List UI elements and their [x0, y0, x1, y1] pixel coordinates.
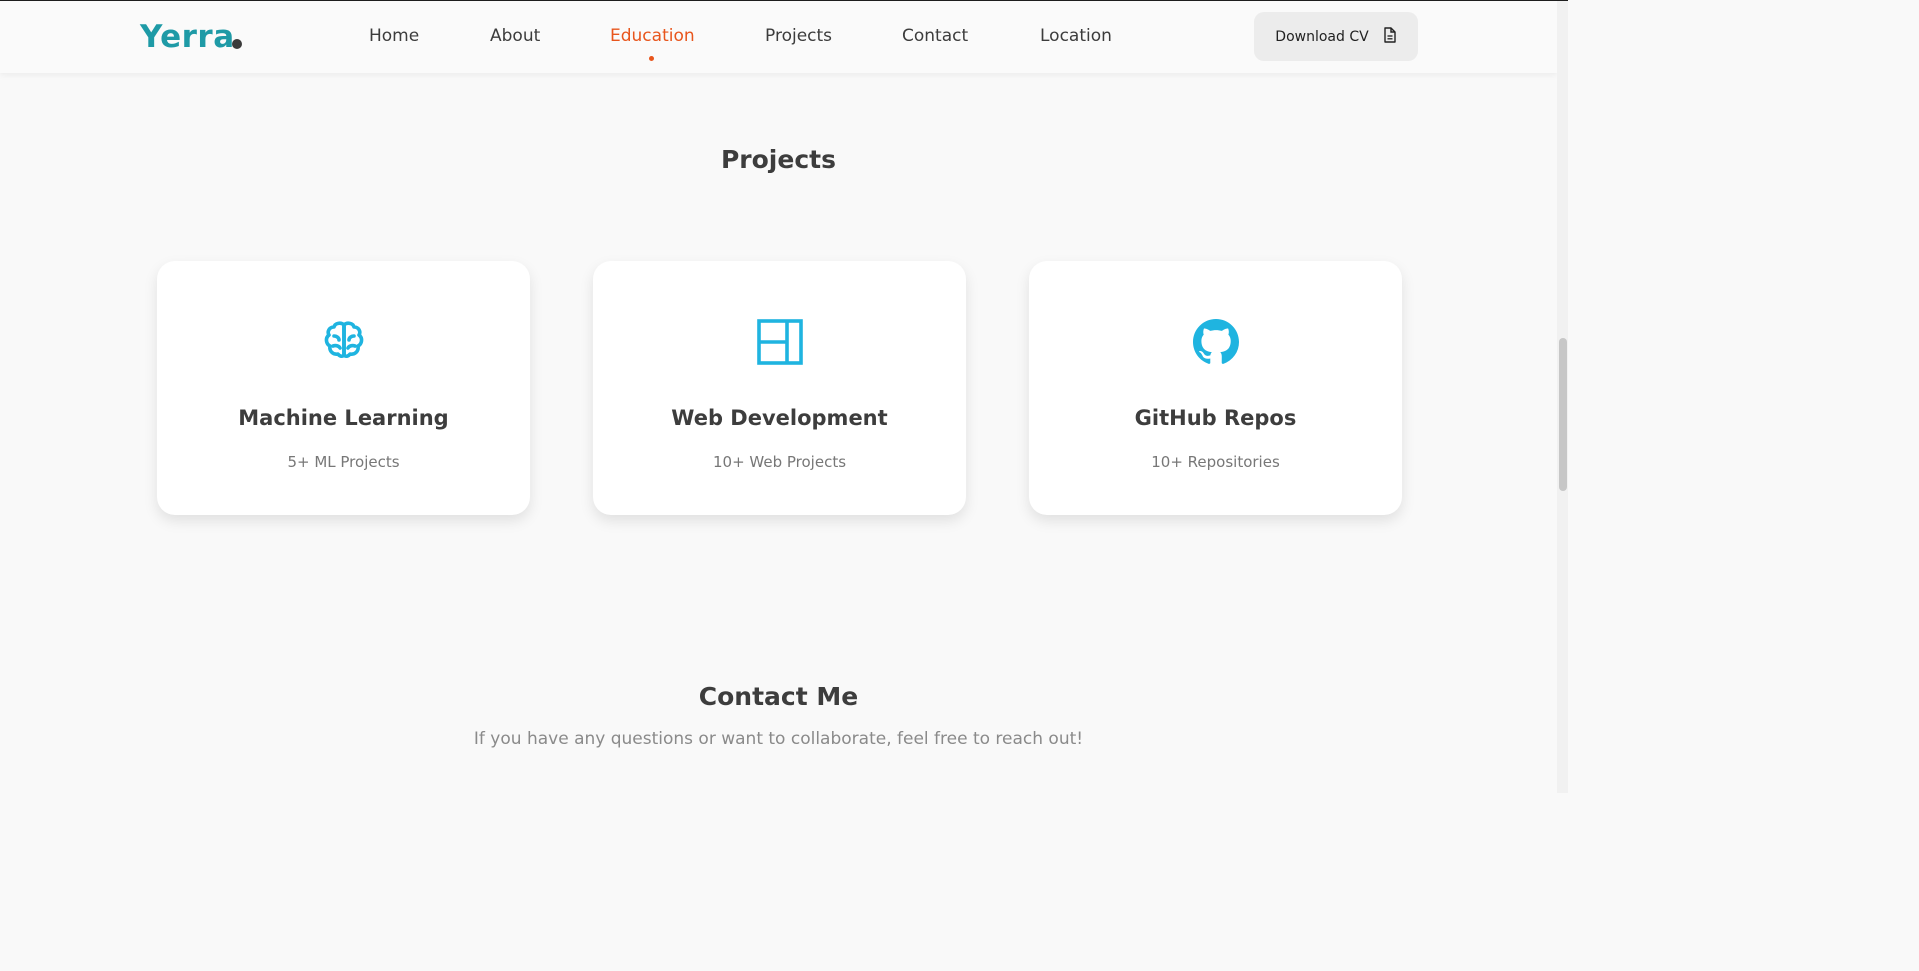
navbar: Yerra Home About Education Projects Cont… — [0, 1, 1557, 73]
nav-projects[interactable]: Projects — [765, 26, 832, 46]
document-icon — [1383, 26, 1397, 47]
card-subtitle: 10+ Repositories — [1151, 453, 1280, 471]
scrollbar-thumb[interactable] — [1559, 338, 1567, 491]
logo-dot — [232, 39, 242, 49]
download-cv-button[interactable]: Download CV — [1254, 12, 1418, 61]
card-title: GitHub Repos — [1134, 406, 1297, 430]
projects-section-title: Projects — [720, 145, 836, 174]
project-card-web-development[interactable]: Web Development 10+ Web Projects — [593, 261, 966, 515]
project-card-github-repos[interactable]: GitHub Repos 10+ Repositories — [1029, 261, 1402, 515]
nav-education[interactable]: Education — [610, 26, 695, 46]
card-title: Machine Learning — [238, 406, 449, 430]
active-nav-indicator — [649, 56, 654, 61]
contact-subtitle: If you have any questions or want to col… — [473, 729, 1084, 749]
card-subtitle: 5+ ML Projects — [287, 453, 400, 471]
layout-icon — [593, 319, 966, 365]
contact-section-title: Contact Me — [698, 682, 859, 711]
card-subtitle: 10+ Web Projects — [712, 453, 847, 471]
nav-location[interactable]: Location — [1040, 26, 1112, 46]
project-card-machine-learning[interactable]: Machine Learning 5+ ML Projects — [157, 261, 530, 515]
github-icon — [1029, 319, 1402, 365]
card-title: Web Development — [671, 406, 888, 430]
brain-icon — [157, 319, 530, 365]
nav-home[interactable]: Home — [369, 26, 419, 46]
nav-contact[interactable]: Contact — [902, 26, 968, 46]
download-cv-label: Download CV — [1275, 28, 1369, 45]
nav-about[interactable]: About — [490, 26, 540, 46]
logo[interactable]: Yerra — [140, 19, 235, 55]
